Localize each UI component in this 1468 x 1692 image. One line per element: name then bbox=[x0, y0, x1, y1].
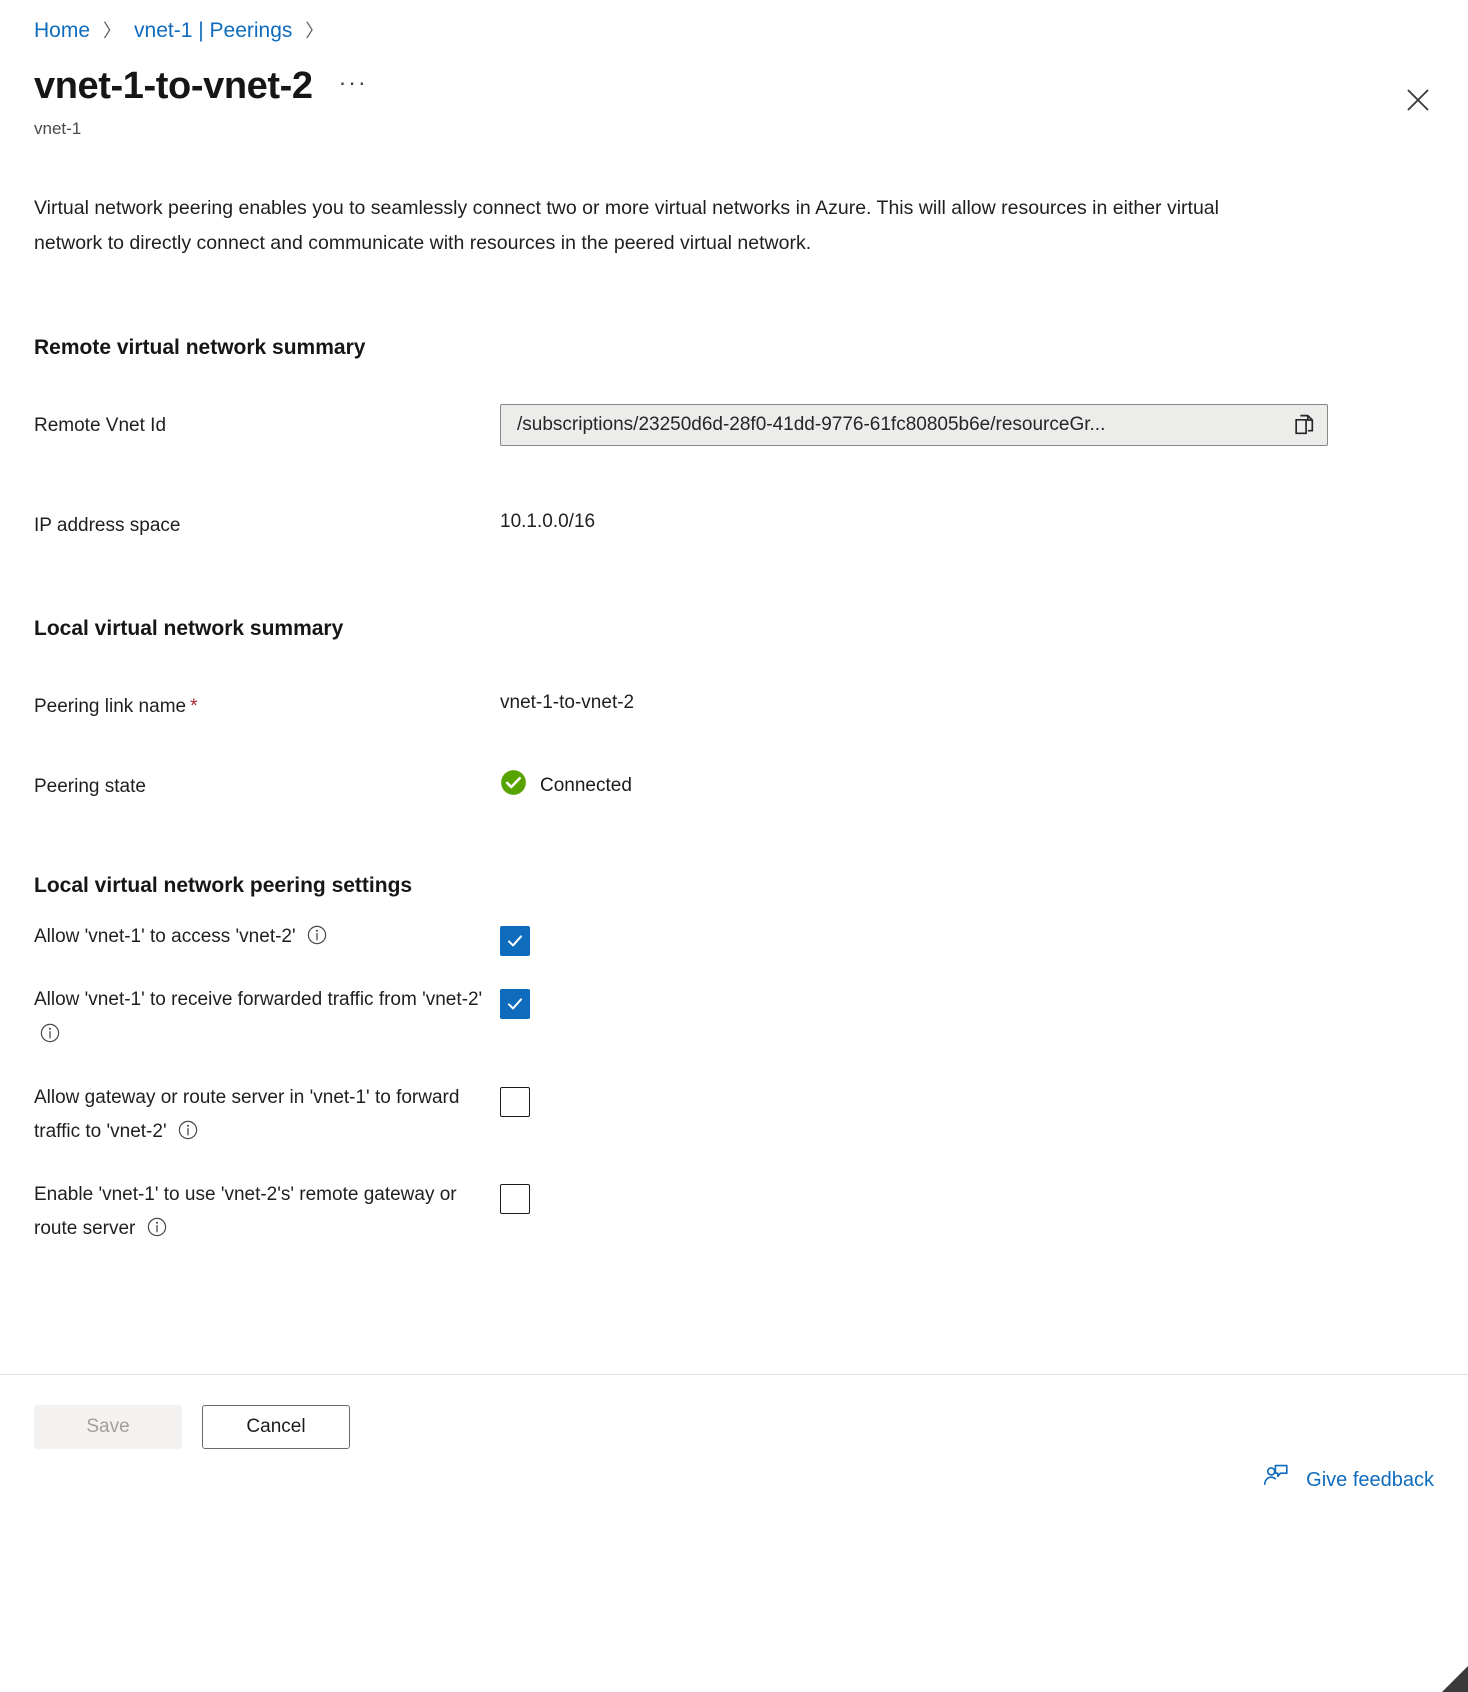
checkbox-label-text: Enable 'vnet-1' to use 'vnet-2's' remote… bbox=[34, 1184, 457, 1239]
checkbox-label-text: Allow 'vnet-1' to access 'vnet-2' bbox=[34, 926, 296, 947]
ip-address-space-value: 10.1.0.0/16 bbox=[500, 504, 595, 533]
breadcrumb: Home 〉 vnet-1 | Peerings 〉 bbox=[34, 0, 1434, 41]
checkbox-label-allow-gateway-forward: Allow gateway or route server in 'vnet-1… bbox=[34, 1081, 500, 1152]
page-title: vnet-1-to-vnet-2 bbox=[34, 67, 313, 107]
checkbox-allow-gateway-forward[interactable] bbox=[500, 1087, 530, 1117]
status-badge: Connected bbox=[500, 765, 632, 802]
info-icon[interactable] bbox=[40, 1021, 60, 1055]
footer-action-bar: Save Cancel Give feedback bbox=[0, 1374, 1468, 1692]
checkbox-allow-access[interactable] bbox=[500, 926, 530, 956]
check-circle-icon bbox=[500, 769, 527, 802]
checkbox-label-text: Allow 'vnet-1' to receive forwarded traf… bbox=[34, 989, 482, 1010]
feedback-person-icon bbox=[1262, 1463, 1290, 1497]
field-row-peering-link-name: Peering link name* vnet-1-to-vnet-2 bbox=[34, 685, 1434, 721]
remote-vnet-id-value: /subscriptions/23250d6d-28f0-41dd-9776-6… bbox=[501, 414, 1281, 436]
checkbox-label-text: Allow gateway or route server in 'vnet-1… bbox=[34, 1087, 459, 1142]
close-icon[interactable] bbox=[1400, 82, 1436, 118]
peering-link-name-value: vnet-1-to-vnet-2 bbox=[500, 685, 634, 714]
remote-vnet-id-label: Remote Vnet Id bbox=[34, 404, 500, 440]
info-icon[interactable] bbox=[147, 1215, 167, 1249]
info-icon[interactable] bbox=[178, 1118, 198, 1152]
checkbox-label-receive-forwarded-traffic: Allow 'vnet-1' to receive forwarded traf… bbox=[34, 983, 500, 1054]
copy-icon[interactable] bbox=[1281, 405, 1327, 445]
checkbox-receive-forwarded-traffic[interactable] bbox=[500, 989, 530, 1019]
breadcrumb-item-home[interactable]: Home bbox=[34, 20, 90, 41]
peering-detail-page: Home 〉 vnet-1 | Peerings 〉 vnet-1-to-vne… bbox=[0, 0, 1468, 1692]
checkbox-row-receive-forwarded-traffic: Allow 'vnet-1' to receive forwarded traf… bbox=[34, 983, 1434, 1054]
remote-vnet-id-input[interactable]: /subscriptions/23250d6d-28f0-41dd-9776-6… bbox=[500, 404, 1328, 446]
checkbox-label-allow-access: Allow 'vnet-1' to access 'vnet-2' bbox=[34, 920, 500, 957]
page-subtitle: vnet-1 bbox=[34, 119, 1434, 139]
checkbox-row-allow-access: Allow 'vnet-1' to access 'vnet-2' bbox=[34, 920, 1434, 957]
page-description: Virtual network peering enables you to s… bbox=[34, 191, 1286, 260]
save-button[interactable]: Save bbox=[34, 1405, 182, 1449]
ellipsis-icon[interactable]: ··· bbox=[339, 69, 368, 96]
section-heading-local-summary: Local virtual network summary bbox=[34, 617, 1434, 641]
field-row-peering-state: Peering state Connected bbox=[34, 765, 1434, 802]
give-feedback-label: Give feedback bbox=[1306, 1469, 1434, 1492]
required-asterisk: * bbox=[186, 696, 197, 717]
ip-address-space-label: IP address space bbox=[34, 504, 500, 540]
checkbox-row-use-remote-gateway: Enable 'vnet-1' to use 'vnet-2's' remote… bbox=[34, 1178, 1434, 1249]
checkbox-row-allow-gateway-forward: Allow gateway or route server in 'vnet-1… bbox=[34, 1081, 1434, 1152]
chevron-right-icon: 〉 bbox=[90, 22, 134, 40]
chevron-right-icon: 〉 bbox=[292, 22, 336, 40]
info-icon[interactable] bbox=[307, 923, 327, 957]
page-content: Home 〉 vnet-1 | Peerings 〉 vnet-1-to-vne… bbox=[0, 0, 1468, 1374]
title-row: vnet-1-to-vnet-2 ··· bbox=[34, 67, 1434, 107]
section-heading-remote-summary: Remote virtual network summary bbox=[34, 336, 1434, 360]
peering-link-name-label-text: Peering link name bbox=[34, 696, 186, 717]
field-row-ip-address-space: IP address space 10.1.0.0/16 bbox=[34, 504, 1434, 540]
checkbox-use-remote-gateway[interactable] bbox=[500, 1184, 530, 1214]
checkbox-label-use-remote-gateway: Enable 'vnet-1' to use 'vnet-2's' remote… bbox=[34, 1178, 500, 1249]
peering-state-value: Connected bbox=[540, 775, 632, 797]
resize-corner-icon[interactable] bbox=[1416, 1652, 1468, 1692]
peering-link-name-label: Peering link name* bbox=[34, 685, 500, 721]
peering-state-label: Peering state bbox=[34, 765, 500, 801]
section-heading-peering-settings: Local virtual network peering settings bbox=[34, 874, 1434, 898]
footer-buttons: Save Cancel bbox=[34, 1405, 1434, 1449]
breadcrumb-item-peerings[interactable]: vnet-1 | Peerings bbox=[134, 20, 292, 41]
give-feedback-link[interactable]: Give feedback bbox=[1262, 1463, 1434, 1497]
field-row-remote-vnet-id: Remote Vnet Id /subscriptions/23250d6d-2… bbox=[34, 404, 1434, 446]
cancel-button[interactable]: Cancel bbox=[202, 1405, 350, 1449]
